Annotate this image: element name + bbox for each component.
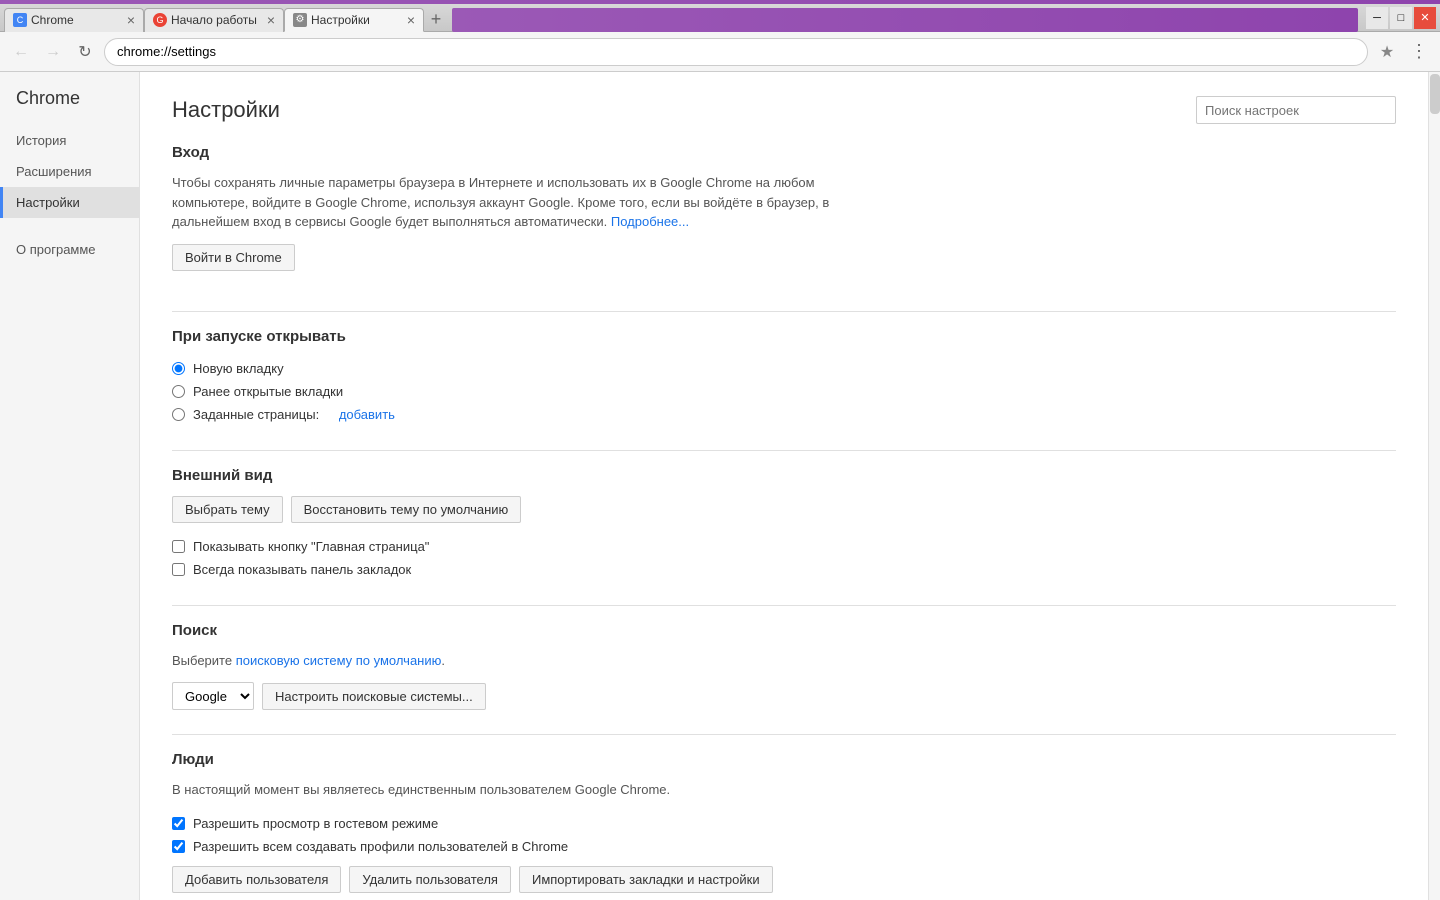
sidebar-item-history-label: История — [16, 133, 66, 148]
startup-option-pages-label: Заданные страницы: — [193, 407, 319, 422]
scrollbar-thumb[interactable] — [1430, 74, 1440, 114]
tab-settings-close[interactable]: × — [407, 12, 415, 28]
appearance-title: Внешний вид — [172, 467, 1396, 484]
guest-mode-input[interactable] — [172, 817, 185, 830]
people-info: В настоящий момент вы являетесь единстве… — [172, 780, 872, 800]
sidebar-item-history[interactable]: История — [0, 125, 139, 156]
sidebar-item-settings-label: Настройки — [16, 195, 80, 210]
search-engine-row: Google Яндекс Bing Настроить поисковые с… — [172, 682, 1396, 710]
startup-add-pages-link[interactable]: добавить — [339, 407, 395, 422]
tab-chrome-close[interactable]: × — [127, 12, 135, 28]
menu-button[interactable]: ⋮ — [1406, 39, 1432, 65]
window-controls: ─ □ ✕ — [1366, 7, 1436, 29]
divider-4 — [172, 734, 1396, 735]
choose-theme-button[interactable]: Выбрать тему — [172, 496, 283, 523]
guest-mode-checkbox[interactable]: Разрешить просмотр в гостевом режиме — [172, 812, 1396, 835]
section-startup: При запуске открывать Новую вкладку Ране… — [172, 328, 1396, 426]
bookmark-star[interactable]: ★ — [1374, 39, 1400, 65]
search-engine-link[interactable]: поисковую систему по умолчанию — [236, 653, 442, 668]
scrollbar[interactable] — [1428, 72, 1440, 900]
startup-option-new-tab-label: Новую вкладку — [193, 361, 284, 376]
tab-chrome[interactable]: C Chrome × — [4, 8, 144, 32]
settings-header: Настройки — [172, 96, 1396, 124]
people-title: Люди — [172, 751, 1396, 768]
minimize-button[interactable]: ─ — [1366, 7, 1388, 29]
people-buttons: Добавить пользователя Удалить пользовате… — [172, 866, 1396, 893]
startup-option-pages: Заданные страницы: добавить — [172, 403, 1396, 426]
tab-settings-favicon: ⚙ — [293, 13, 307, 27]
startup-radio-group: Новую вкладку Ранее открытые вкладки Зад… — [172, 357, 1396, 426]
forward-button[interactable]: → — [40, 39, 66, 65]
create-profiles-input[interactable] — [172, 840, 185, 853]
startup-radio-new-tab[interactable] — [172, 362, 185, 375]
startup-title: При запуске открывать — [172, 328, 1396, 345]
tab-start-close[interactable]: × — [267, 12, 275, 28]
signin-button[interactable]: Войти в Chrome — [172, 244, 295, 271]
sidebar-item-settings[interactable]: Настройки — [0, 187, 139, 218]
startup-radio-restore[interactable] — [172, 385, 185, 398]
tab-bar: C Chrome × G Начало работы × ⚙ Настройки… — [4, 4, 1358, 32]
search-engine-select[interactable]: Google Яндекс Bing — [172, 682, 254, 710]
maximize-button[interactable]: □ — [1390, 7, 1412, 29]
address-bar: ← → ↻ ★ ⋮ — [0, 32, 1440, 72]
main-content: Chrome История Расширения Настройки О пр… — [0, 72, 1440, 900]
divider-3 — [172, 605, 1396, 606]
tab-overflow-area — [452, 8, 1358, 32]
restore-theme-button[interactable]: Восстановить тему по умолчанию — [291, 496, 522, 523]
sidebar-item-extensions[interactable]: Расширения — [0, 156, 139, 187]
page-title: Настройки — [172, 97, 280, 123]
url-input[interactable] — [104, 38, 1368, 66]
guest-mode-label: Разрешить просмотр в гостевом режиме — [193, 816, 438, 831]
section-signin: Вход Чтобы сохранять личные параметры бр… — [172, 144, 1396, 287]
section-search: Поиск Выберите поисковую систему по умол… — [172, 622, 1396, 711]
tab-settings[interactable]: ⚙ Настройки × — [284, 8, 424, 32]
import-button[interactable]: Импортировать закладки и настройки — [519, 866, 773, 893]
show-home-checkbox[interactable]: Показывать кнопку "Главная страница" — [172, 535, 1396, 558]
add-user-button[interactable]: Добавить пользователя — [172, 866, 341, 893]
startup-option-restore-label: Ранее открытые вкладки — [193, 384, 343, 399]
show-bookmarks-label: Всегда показывать панель закладок — [193, 562, 411, 577]
new-tab-button[interactable]: + — [424, 8, 448, 32]
show-home-label: Показывать кнопку "Главная страница" — [193, 539, 429, 554]
remove-user-button[interactable]: Удалить пользователя — [349, 866, 511, 893]
reload-button[interactable]: ↻ — [72, 39, 98, 65]
settings-content: Настройки Вход Чтобы сохранять личные па… — [140, 72, 1428, 900]
sidebar: Chrome История Расширения Настройки О пр… — [0, 72, 140, 900]
startup-option-restore[interactable]: Ранее открытые вкладки — [172, 380, 1396, 403]
show-home-input[interactable] — [172, 540, 185, 553]
tab-chrome-favicon: C — [13, 13, 27, 27]
create-profiles-checkbox[interactable]: Разрешить всем создавать профили пользов… — [172, 835, 1396, 858]
signin-title: Вход — [172, 144, 1396, 161]
sidebar-brand: Chrome — [0, 88, 139, 125]
browser-frame: C Chrome × G Начало работы × ⚙ Настройки… — [0, 0, 1440, 900]
back-button[interactable]: ← — [8, 39, 34, 65]
tab-chrome-title: Chrome — [31, 13, 123, 27]
show-bookmarks-input[interactable] — [172, 563, 185, 576]
section-people: Люди В настоящий момент вы являетесь еди… — [172, 751, 1396, 893]
signin-more-link[interactable]: Подробнее... — [611, 214, 689, 229]
signin-description: Чтобы сохранять личные параметры браузер… — [172, 173, 872, 232]
search-description: Выберите поисковую систему по умолчанию. — [172, 651, 872, 671]
section-appearance: Внешний вид Выбрать тему Восстановить те… — [172, 467, 1396, 581]
tab-start-favicon: G — [153, 13, 167, 27]
title-bar: C Chrome × G Начало работы × ⚙ Настройки… — [0, 4, 1440, 32]
sidebar-item-extensions-label: Расширения — [16, 164, 92, 179]
tab-start-title: Начало работы — [171, 13, 263, 27]
configure-search-button[interactable]: Настроить поисковые системы... — [262, 683, 486, 710]
sidebar-item-about[interactable]: О программе — [0, 234, 139, 265]
startup-option-new-tab[interactable]: Новую вкладку — [172, 357, 1396, 380]
tab-start[interactable]: G Начало работы × — [144, 8, 284, 32]
appearance-buttons: Выбрать тему Восстановить тему по умолча… — [172, 496, 1396, 523]
tab-settings-title: Настройки — [311, 13, 403, 27]
create-profiles-label: Разрешить всем создавать профили пользов… — [193, 839, 568, 854]
show-bookmarks-checkbox[interactable]: Всегда показывать панель закладок — [172, 558, 1396, 581]
divider-2 — [172, 450, 1396, 451]
close-button[interactable]: ✕ — [1414, 7, 1436, 29]
sidebar-item-about-label: О программе — [16, 242, 96, 257]
startup-radio-pages[interactable] — [172, 408, 185, 421]
search-input[interactable] — [1196, 96, 1396, 124]
divider-1 — [172, 311, 1396, 312]
search-title: Поиск — [172, 622, 1396, 639]
